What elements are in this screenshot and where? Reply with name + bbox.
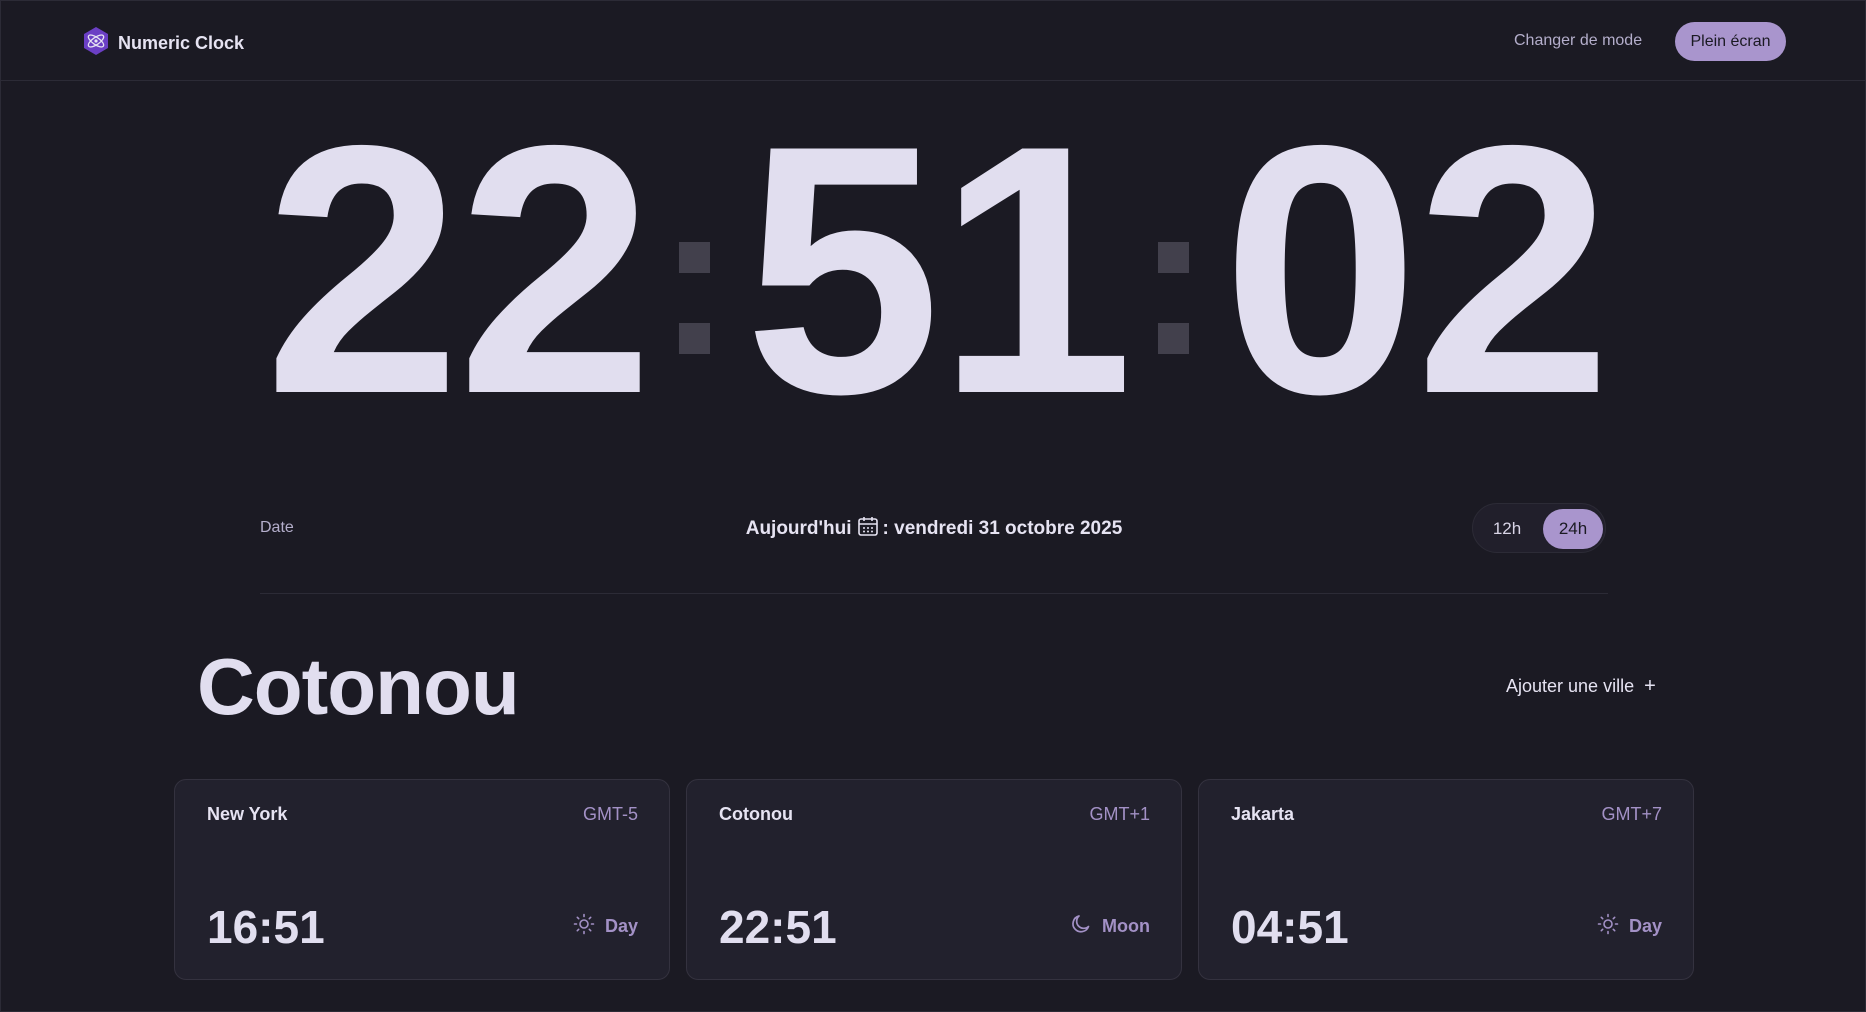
calendar-icon: [852, 515, 883, 543]
city-card[interactable]: Jakarta GMT+7 04:51 Day: [1198, 779, 1694, 980]
card-gmt-offset: GMT+7: [1601, 804, 1662, 824]
colon-dot-top-2: [1158, 242, 1189, 273]
sun-icon: [573, 913, 605, 940]
today-prefix: Aujourd'hui: [745, 518, 852, 539]
card-status-label: Day: [604, 916, 638, 936]
card-city-name: Jakarta: [1231, 804, 1295, 824]
card-status: Day: [573, 913, 638, 940]
clock-seconds: 02: [1222, 73, 1612, 468]
card-time: 16:51: [207, 901, 325, 953]
card-status-label: Moon: [1102, 916, 1150, 936]
format-24h-option[interactable]: 24h: [1543, 509, 1603, 549]
add-city-button[interactable]: Ajouter une ville +: [1506, 675, 1656, 698]
app-window: Numeric Clock Changer de mode Plein écra…: [0, 0, 1866, 1012]
card-gmt-offset: GMT-5: [582, 804, 638, 824]
plus-icon: +: [1644, 675, 1656, 697]
card-status: Moon: [1070, 913, 1150, 940]
today-value: : vendredi 31 octobre 2025: [882, 518, 1123, 539]
card-time: 04:51: [1231, 901, 1349, 953]
city-card[interactable]: Cotonou GMT+1 22:51 Moon: [686, 779, 1182, 980]
app-logo[interactable]: Numeric Clock: [81, 26, 244, 61]
app-name: Numeric Clock: [118, 33, 245, 53]
atom-hexagon-icon: [81, 26, 111, 61]
change-mode-link[interactable]: Changer de mode: [1514, 32, 1642, 50]
current-city-title: Cotonou: [197, 642, 520, 731]
card-time: 22:51: [719, 901, 837, 953]
city-card[interactable]: New York GMT-5 16:51 Day: [174, 779, 670, 980]
clock-hours: 22: [264, 73, 654, 468]
section-divider: [260, 593, 1608, 594]
colon-dot-bottom-1: [679, 323, 710, 354]
colon-dot-bottom-2: [1158, 323, 1189, 354]
card-status: Day: [1597, 913, 1662, 940]
time-format-toggle: 12h 24h: [1472, 503, 1606, 553]
fullscreen-button[interactable]: Plein écran: [1675, 22, 1786, 61]
sun-icon: [1597, 913, 1629, 940]
colon-dot-top-1: [679, 242, 710, 273]
card-status-label: Day: [1628, 916, 1662, 936]
add-city-label: Ajouter une ville: [1506, 676, 1635, 696]
moon-icon: [1070, 913, 1102, 940]
card-city-name: New York: [207, 804, 288, 824]
card-gmt-offset: GMT+1: [1089, 804, 1150, 824]
clock-minutes: 51: [744, 73, 1134, 468]
card-city-name: Cotonou: [719, 804, 793, 824]
format-12h-option[interactable]: 12h: [1477, 509, 1537, 549]
top-navbar: Numeric Clock Changer de mode Plein écra…: [1, 1, 1865, 81]
